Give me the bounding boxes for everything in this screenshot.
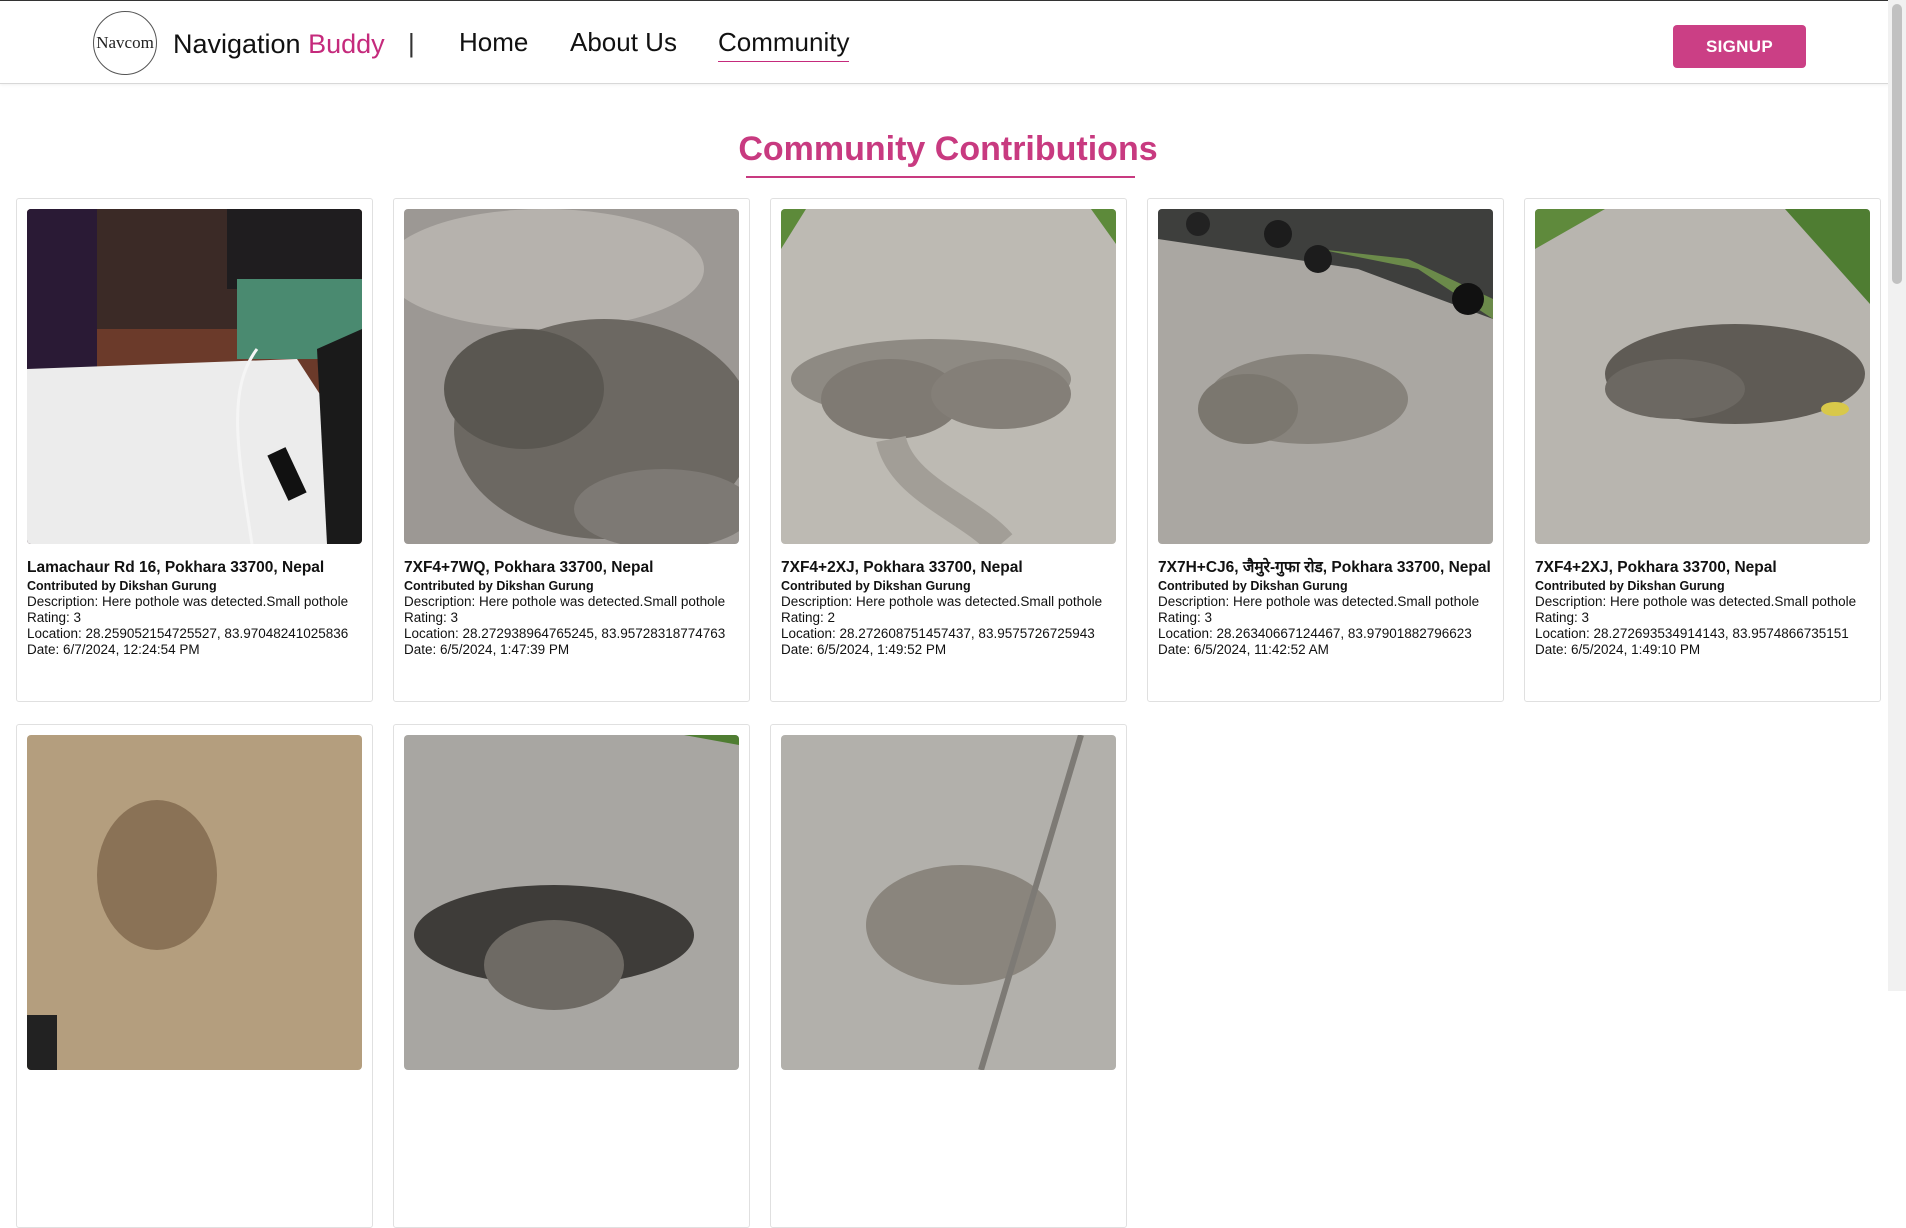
card-rating: Rating: 3 [1158, 610, 1213, 625]
brand-main: Navigation [173, 29, 309, 59]
card-description: Description: Here pothole was detected.S… [27, 594, 349, 609]
contribution-card[interactable] [393, 724, 750, 1228]
nav-home-link[interactable]: Home [459, 27, 528, 58]
scrollbar-thumb[interactable] [1892, 4, 1902, 284]
page-title: Community Contributions [738, 130, 1158, 168]
nav-about-link[interactable]: About Us [570, 27, 677, 58]
card-address: 7X7H+CJ6, जैमुरे-गुफा रोड, Pokhara 33700… [1158, 559, 1491, 576]
contribution-card[interactable]: Lamachaur Rd 16, Pokhara 33700, Nepal Co… [16, 198, 373, 702]
card-date: Date: 6/5/2024, 1:47:39 PM [404, 642, 570, 657]
card-date: Date: 6/5/2024, 1:49:10 PM [1535, 642, 1701, 657]
card-location: Location: 28.272608751457437, 83.9575726… [781, 626, 1095, 641]
contribution-card[interactable]: 7XF4+7WQ, Pokhara 33700, Nepal Contribut… [393, 198, 750, 702]
contribution-card[interactable]: 7XF4+2XJ, Pokhara 33700, Nepal Contribut… [1524, 198, 1881, 702]
contribution-photo[interactable] [1535, 209, 1870, 544]
card-contributor: Contributed by Dikshan Gurung [1535, 579, 1725, 593]
card-contributor: Contributed by Dikshan Gurung [781, 579, 971, 593]
contribution-card[interactable] [770, 724, 1127, 1228]
contributions-grid: Lamachaur Rd 16, Pokhara 33700, Nepal Co… [16, 198, 1882, 1228]
card-contributor: Contributed by Dikshan Gurung [27, 579, 217, 593]
top-navbar: Navcom Navigation Buddy | Home About Us … [0, 0, 1906, 84]
contribution-photo[interactable] [404, 735, 739, 1070]
card-rating: Rating: 3 [404, 610, 459, 625]
brand-accent: Buddy [308, 29, 385, 59]
contribution-photo[interactable] [781, 209, 1116, 544]
card-contributor: Contributed by Dikshan Gurung [404, 579, 594, 593]
contribution-photo[interactable] [27, 209, 362, 544]
card-address: 7XF4+2XJ, Pokhara 33700, Nepal [781, 559, 1023, 576]
contribution-card[interactable]: 7XF4+2XJ, Pokhara 33700, Nepal Contribut… [770, 198, 1127, 702]
logo-text: Navcom [96, 33, 154, 52]
card-description: Description: Here pothole was detected.S… [781, 594, 1103, 609]
contribution-card[interactable]: 7X7H+CJ6, जैमुरे-गुफा रोड, Pokhara 33700… [1147, 198, 1504, 702]
card-date: Date: 6/5/2024, 11:42:52 AM [1158, 642, 1329, 657]
card-rating: Rating: 2 [781, 610, 836, 625]
card-location: Location: 28.26340667124467, 83.97901882… [1158, 626, 1472, 641]
brand-name[interactable]: Navigation Buddy [173, 29, 385, 60]
signup-button[interactable]: SIGNUP [1673, 25, 1806, 68]
card-location: Location: 28.272693534914143, 83.9574866… [1535, 626, 1849, 641]
card-rating: Rating: 3 [27, 610, 82, 625]
card-address: 7XF4+7WQ, Pokhara 33700, Nepal [404, 559, 654, 576]
contribution-photo[interactable] [404, 209, 739, 544]
card-location: Location: 28.272938964765245, 83.9572831… [404, 626, 726, 641]
title-underline [746, 176, 1135, 178]
card-description: Description: Here pothole was detected.S… [1535, 594, 1857, 609]
navcom-logo[interactable]: Navcom [93, 11, 157, 75]
card-contributor: Contributed by Dikshan Gurung [1158, 579, 1348, 593]
card-date: Date: 6/5/2024, 1:49:52 PM [781, 642, 947, 657]
contribution-photo[interactable] [1158, 209, 1493, 544]
nav-community-link[interactable]: Community [718, 27, 850, 62]
card-address: Lamachaur Rd 16, Pokhara 33700, Nepal [27, 559, 325, 576]
card-location: Location: 28.259052154725527, 83.9704824… [27, 626, 349, 641]
contribution-photo[interactable] [781, 735, 1116, 1070]
contribution-photo[interactable] [27, 735, 362, 1070]
card-rating: Rating: 3 [1535, 610, 1590, 625]
nav-separator: | [408, 28, 415, 58]
contribution-card[interactable] [16, 724, 373, 1228]
card-description: Description: Here pothole was detected.S… [1158, 594, 1480, 609]
card-address: 7XF4+2XJ, Pokhara 33700, Nepal [1535, 559, 1777, 576]
card-date: Date: 6/7/2024, 12:24:54 PM [27, 642, 200, 657]
card-description: Description: Here pothole was detected.S… [404, 594, 726, 609]
